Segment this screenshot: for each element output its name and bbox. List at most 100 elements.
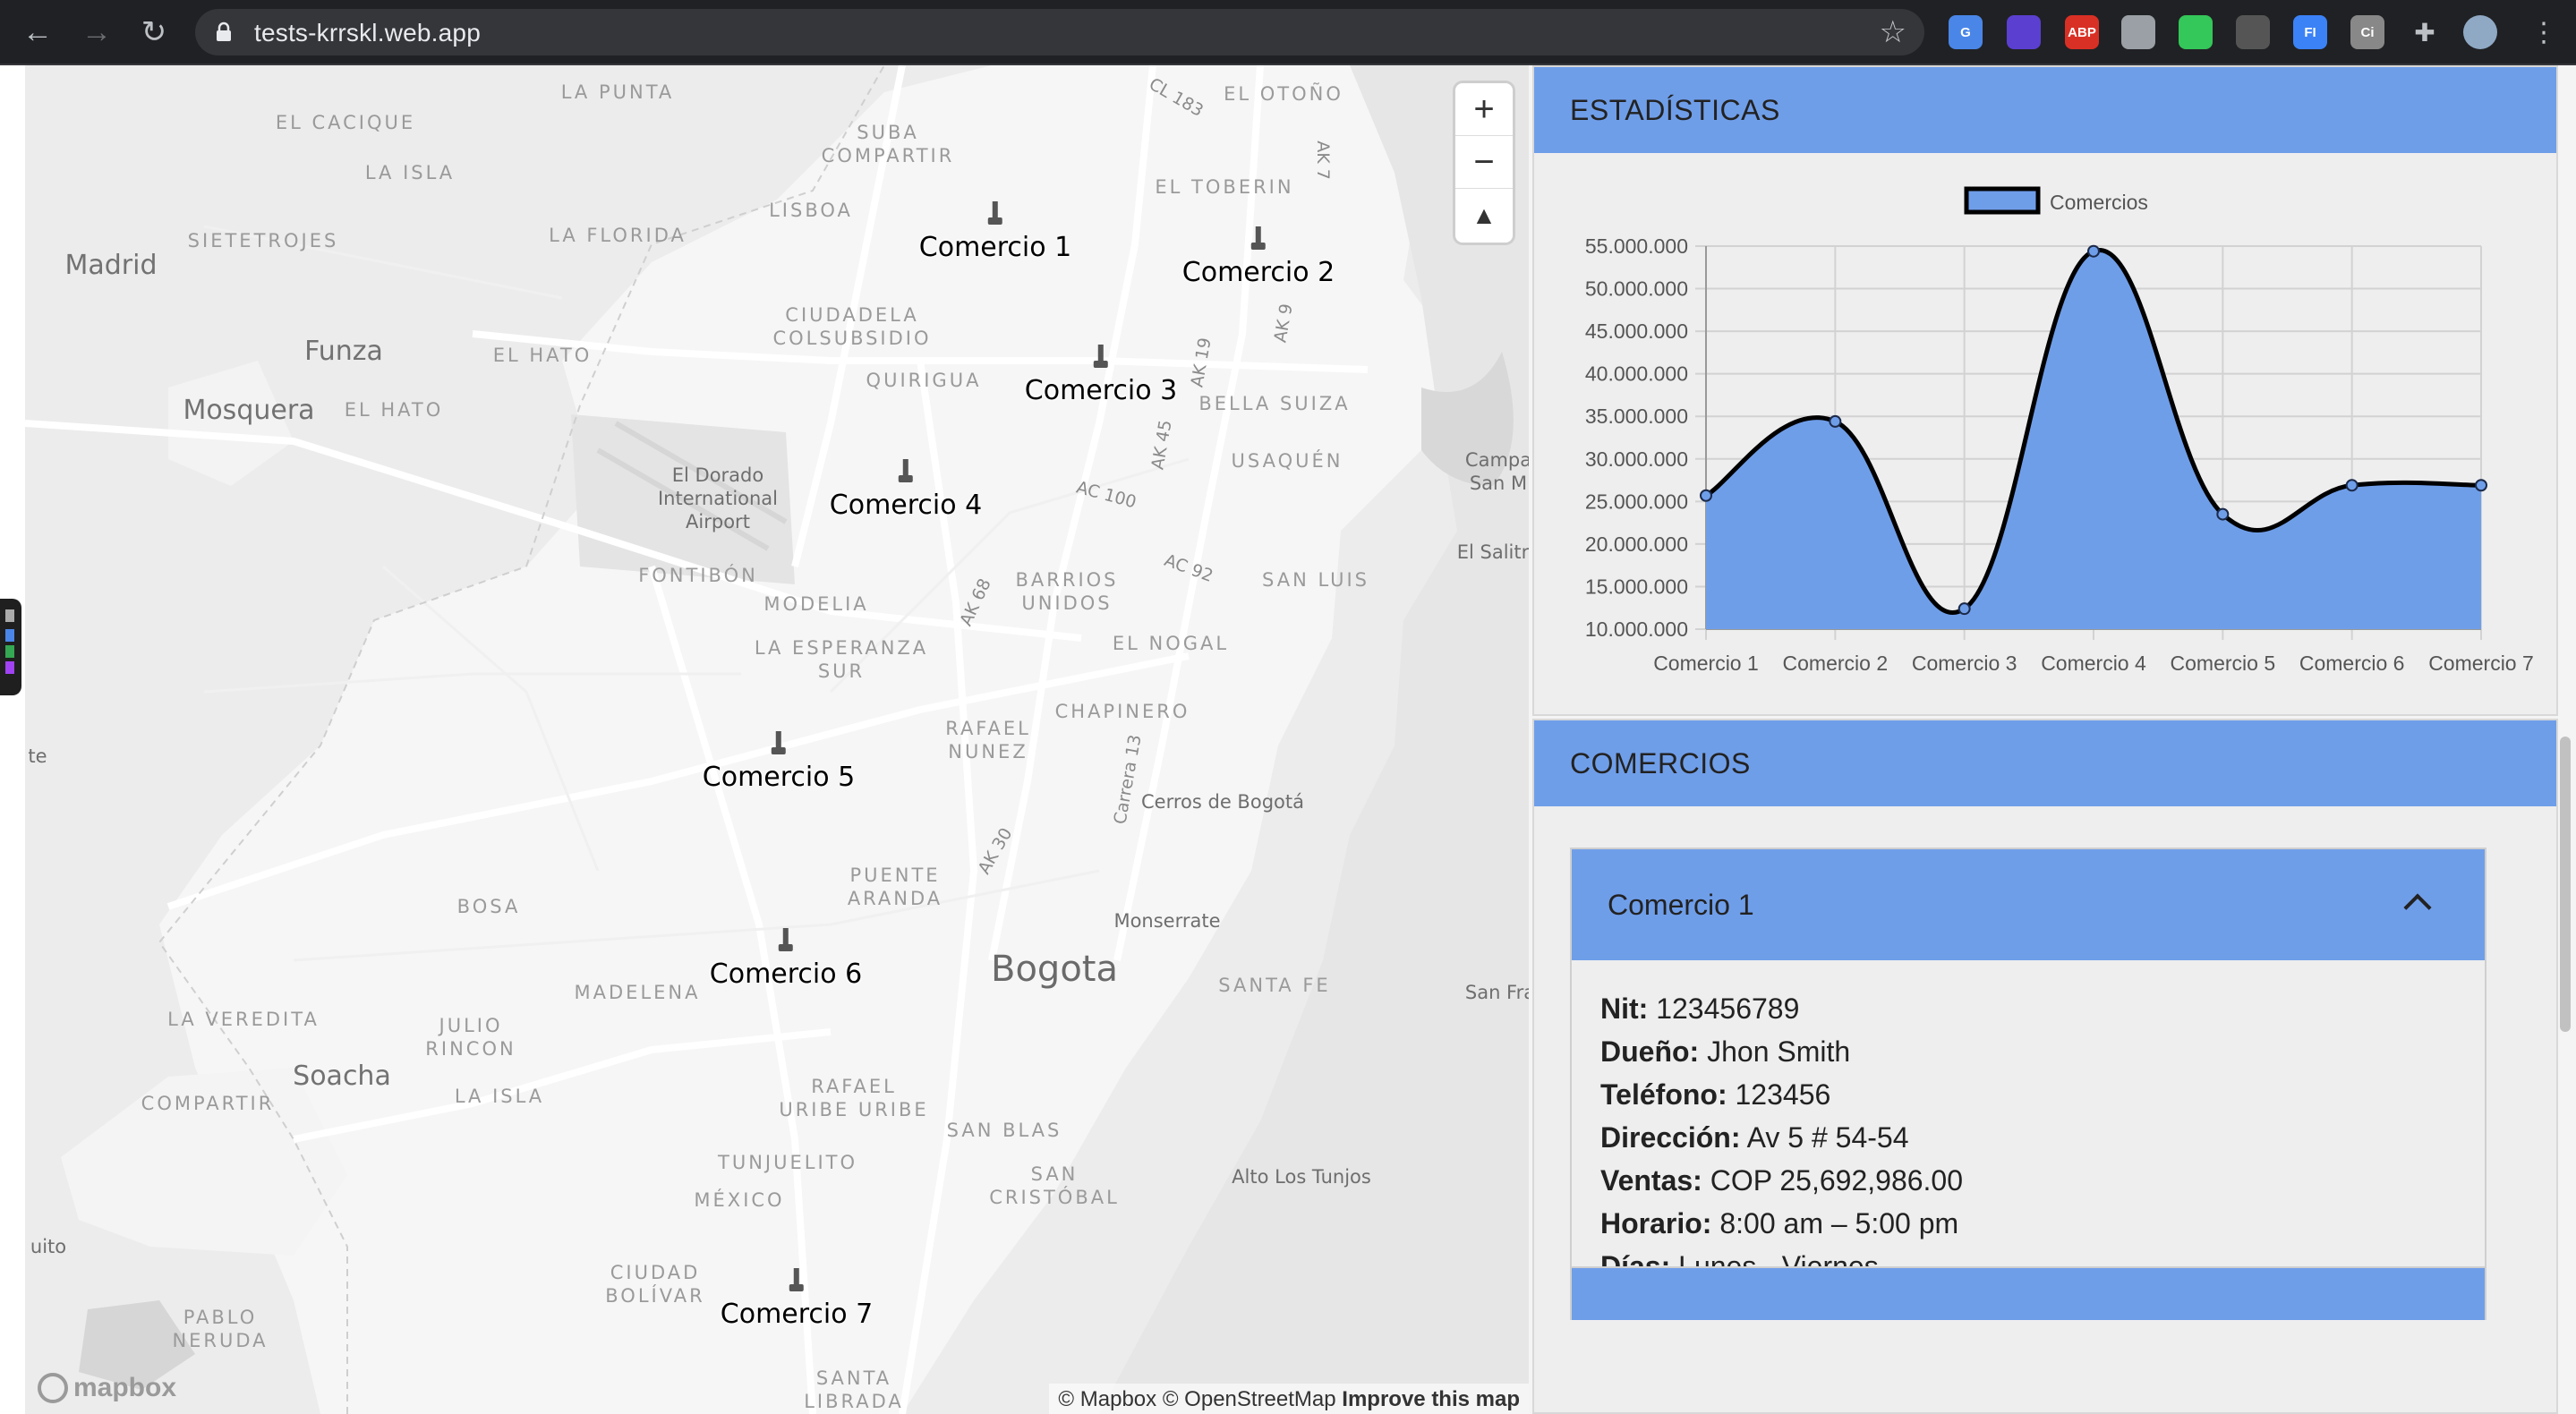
ci-extension-icon[interactable]: Ci <box>2350 15 2384 49</box>
map-label-el-nogal: EL NOGAL <box>1112 633 1230 654</box>
y-tick-label: 40.000.000 <box>1585 362 1688 386</box>
map-marker[interactable]: Comercio 1 <box>919 201 1071 263</box>
map-label-quito: uito <box>30 1236 67 1257</box>
map-label-bogota: Bogota <box>991 949 1118 990</box>
adblock-plus-icon[interactable]: ABP <box>2065 15 2099 49</box>
improve-map-link[interactable]: Improve this map <box>1342 1387 1520 1411</box>
mapbox-logo-text: mapbox <box>73 1373 177 1402</box>
zoom-out-button[interactable]: − <box>1455 136 1513 189</box>
map-marker-label: Comercio 7 <box>720 1299 874 1330</box>
data-point[interactable] <box>2345 479 2358 492</box>
monument-pin-icon <box>988 201 1002 225</box>
side-widget-tab[interactable] <box>0 599 21 695</box>
reload-icon[interactable]: ↻ <box>132 11 175 54</box>
stats-header: ESTADÍSTICAS <box>1534 67 2556 153</box>
spy-extension-icon[interactable] <box>2236 15 2270 49</box>
compass-button[interactable]: ▲ <box>1455 189 1513 242</box>
profile-avatar[interactable] <box>2463 15 2497 49</box>
google-translate-icon[interactable]: G <box>1949 15 1983 49</box>
map-label-siete-troje: SIETETROJES <box>187 230 339 251</box>
map-label-airport: El Dorado International Airport <box>657 464 779 532</box>
map-label-madrid: Madrid <box>64 250 158 281</box>
scrollbar[interactable] <box>2556 728 2574 1408</box>
map-label-te: te <box>28 745 47 767</box>
legend-label[interactable]: Comercios <box>2050 191 2148 214</box>
map-label-la-veredita: LA VEREDITA <box>167 1009 320 1030</box>
map-label-san-luis: SAN LUIS <box>1261 569 1370 591</box>
mapbox-logo-icon <box>38 1373 68 1403</box>
bookmark-star-icon[interactable]: ☆ <box>1880 14 1906 50</box>
legend-swatch[interactable] <box>1964 186 2041 215</box>
y-tick-label: 55.000.000 <box>1585 234 1688 258</box>
monument-pin-icon <box>779 928 793 951</box>
data-point[interactable] <box>2475 479 2487 492</box>
data-point[interactable] <box>2216 507 2230 521</box>
y-tick-label: 30.000.000 <box>1585 447 1688 471</box>
area-fill <box>1706 250 2481 629</box>
owner-label: Dueño: <box>1600 1035 1700 1068</box>
chevron-up-icon[interactable] <box>2403 893 2432 922</box>
map-label-bosa: BOSA <box>456 896 521 917</box>
map-label-el-hato2: EL HATO <box>344 399 444 421</box>
mapbox-logo[interactable]: mapbox <box>38 1373 176 1403</box>
map-attribution: © Mapbox © OpenStreetMap Improve this ma… <box>1049 1384 1529 1414</box>
map-label-usaquen: USAQUÉN <box>1231 450 1343 472</box>
nit-row: Nit: 123456789 <box>1600 987 2456 1030</box>
fi-extension-icon[interactable]: FI <box>2293 15 2327 49</box>
map-label-modelia: MODELIA <box>763 593 869 615</box>
x-tick-label: Comercio 7 <box>2428 652 2534 675</box>
data-point[interactable] <box>2087 244 2100 258</box>
map-label-pablo-neruda: PABLO NERUDA <box>172 1307 269 1351</box>
target-extension-icon[interactable] <box>2179 15 2213 49</box>
comercios-header: COMERCIOS <box>1534 720 2556 806</box>
sales-chart[interactable]: 55.000.000 50.000.000 45.000.000 40.000.000… <box>1534 153 2560 717</box>
data-point[interactable] <box>1958 602 1971 616</box>
circle-extension-icon[interactable] <box>2121 15 2155 49</box>
map-label-la-florida: LA FLORIDA <box>549 225 687 246</box>
forward-arrow-icon[interactable]: → <box>75 11 118 54</box>
zoom-control: + − ▲ <box>1455 83 1513 243</box>
address-value: Av 5 # 54-54 <box>1746 1121 1909 1154</box>
map-label-puente-aranda: PUENTE ARANDA <box>847 865 943 909</box>
map-label-bella-suiza: BELLA SUIZA <box>1198 393 1351 414</box>
map-marker[interactable]: Comercio 6 <box>710 928 862 990</box>
x-tick-label: Comercio 6 <box>2299 652 2405 675</box>
map-marker[interactable]: Comercio 2 <box>1182 226 1335 288</box>
map-label-soacha: Soacha <box>293 1060 391 1092</box>
browser-toolbar: ← → ↻ tests-krrskl.web.app ☆ ⋮ G ABP FI Ci ✚ <box>0 0 2576 65</box>
nit-label: Nit: <box>1600 992 1649 1025</box>
y-tick-label: 50.000.000 <box>1585 277 1688 301</box>
x-tick-label: Comercio 5 <box>2171 652 2276 675</box>
accordion-header[interactable]: Comercio 1 <box>1572 849 2485 960</box>
data-point[interactable] <box>1829 414 1842 428</box>
map-marker[interactable]: Comercio 4 <box>830 459 982 521</box>
monument-pin-icon <box>1094 345 1108 368</box>
map-label-julio-rincon: JULIO RINCON <box>425 1015 516 1060</box>
map-marker-label: Comercio 4 <box>829 490 983 521</box>
menu-dots-icon[interactable]: ⋮ <box>2522 11 2565 54</box>
map-label-santa-fe: SANTA FE <box>1218 975 1331 996</box>
layers-extension-icon[interactable] <box>2007 15 2041 49</box>
map-label-madelena: MADELENA <box>574 982 701 1003</box>
map[interactable]: LA PUNTA EL OTOÑO CL 183 EL CACIQUE SUBA COM… <box>25 65 1529 1414</box>
phone-label: Teléfono: <box>1600 1078 1727 1111</box>
map-label-lisboa: LISBOA <box>769 200 853 221</box>
comercios-card: COMERCIOS Comercio 1 Nit: 123456789 Dueñ… <box>1532 719 2558 1414</box>
attribution-text[interactable]: © Mapbox © OpenStreetMap <box>1058 1387 1335 1411</box>
sales-label: Ventas: <box>1600 1164 1702 1197</box>
map-marker[interactable]: Comercio 7 <box>721 1268 873 1330</box>
scrollbar-thumb[interactable] <box>2560 737 2571 1032</box>
address-bar[interactable]: tests-krrskl.web.app ☆ <box>195 9 1924 55</box>
map-marker[interactable]: Comercio 3 <box>1025 345 1177 406</box>
map-marker-label: Comercio 2 <box>1181 257 1335 288</box>
back-arrow-icon[interactable]: ← <box>16 11 59 54</box>
puzzle-extensions-icon[interactable]: ✚ <box>2408 15 2442 49</box>
zoom-in-button[interactable]: + <box>1455 83 1513 136</box>
map-marker-label: Comercio 6 <box>709 958 863 990</box>
map-marker[interactable]: Comercio 5 <box>703 731 855 793</box>
sales-row: Ventas: COP 25,692,986.00 <box>1600 1159 2456 1202</box>
comercio-accordion-next[interactable] <box>1570 1266 2486 1320</box>
map-label-fontibon: FONTIBÓN <box>638 565 758 586</box>
data-point[interactable] <box>1700 489 1712 502</box>
map-label-chapinero: CHAPINERO <box>1054 701 1190 722</box>
